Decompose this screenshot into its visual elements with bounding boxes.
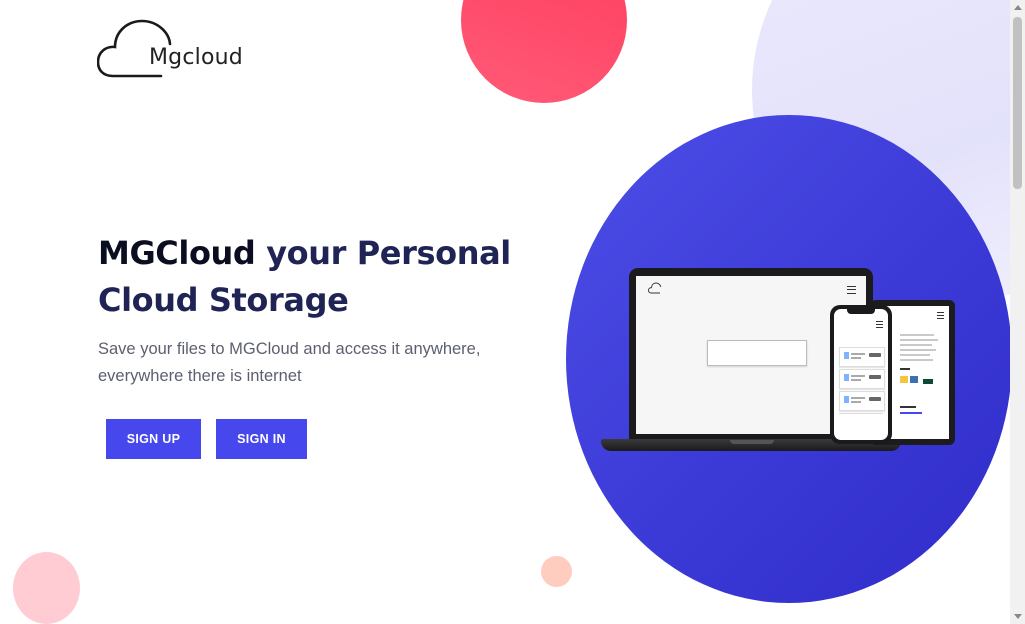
scroll-up-arrow-icon[interactable] (1014, 5, 1022, 10)
tablet-link-line (900, 412, 922, 414)
tablet-text-line (900, 349, 936, 351)
tablet-text-line (900, 339, 938, 341)
logo-text: Mgcloud (149, 45, 243, 70)
tablet-text-line (900, 334, 934, 336)
phone-notch (847, 309, 875, 314)
phone-divider (839, 413, 883, 414)
python-icon (910, 376, 918, 383)
scroll-down-arrow-icon[interactable] (1014, 614, 1022, 619)
hero-subtitle: Save your files to MGCloud and access it… (98, 340, 481, 385)
phone-mockup (830, 305, 892, 444)
phone-file-card (839, 347, 885, 367)
tablet-heading-line (900, 368, 910, 370)
scrollbar-thumb[interactable] (1013, 17, 1022, 189)
tablet-text-line (900, 344, 932, 346)
landing-page: Mgcloud MGCloud your Personal Cloud Stor… (0, 0, 1025, 624)
laptop-mockup-notch (730, 440, 774, 444)
hero-title-brand: MGCloud (98, 234, 256, 272)
mini-cloud-icon (648, 282, 662, 294)
sign-in-button[interactable]: SIGN IN (216, 419, 307, 459)
decorative-blob-top (461, 0, 627, 103)
phone-mockup-screen (834, 309, 888, 440)
document-icon (844, 352, 849, 359)
file-actions-icon (869, 397, 881, 401)
folder-icon (900, 376, 908, 383)
hamburger-menu-icon (847, 286, 856, 294)
decorative-blob-bottom-left (13, 552, 80, 624)
tablet-text-line (900, 359, 933, 361)
sign-up-button[interactable]: SIGN UP (106, 419, 201, 459)
phone-file-card (839, 391, 885, 411)
tablet-text-line (900, 354, 930, 356)
tablet-menu-icon (937, 312, 944, 319)
document-icon (844, 396, 849, 403)
brand-logo[interactable]: Mgcloud (97, 18, 267, 82)
file-actions-icon (869, 375, 881, 379)
document-icon (844, 374, 849, 381)
django-icon (923, 379, 933, 384)
hero-title: MGCloud your Personal Cloud Storage (98, 230, 518, 324)
tablet-heading-line (900, 406, 916, 408)
mockup-drop-zone (707, 340, 807, 366)
page-scrollbar[interactable] (1010, 0, 1025, 624)
file-actions-icon (869, 353, 881, 357)
phone-file-card (839, 369, 885, 389)
phone-menu-icon (876, 321, 883, 328)
decorative-blob-small (541, 556, 572, 587)
